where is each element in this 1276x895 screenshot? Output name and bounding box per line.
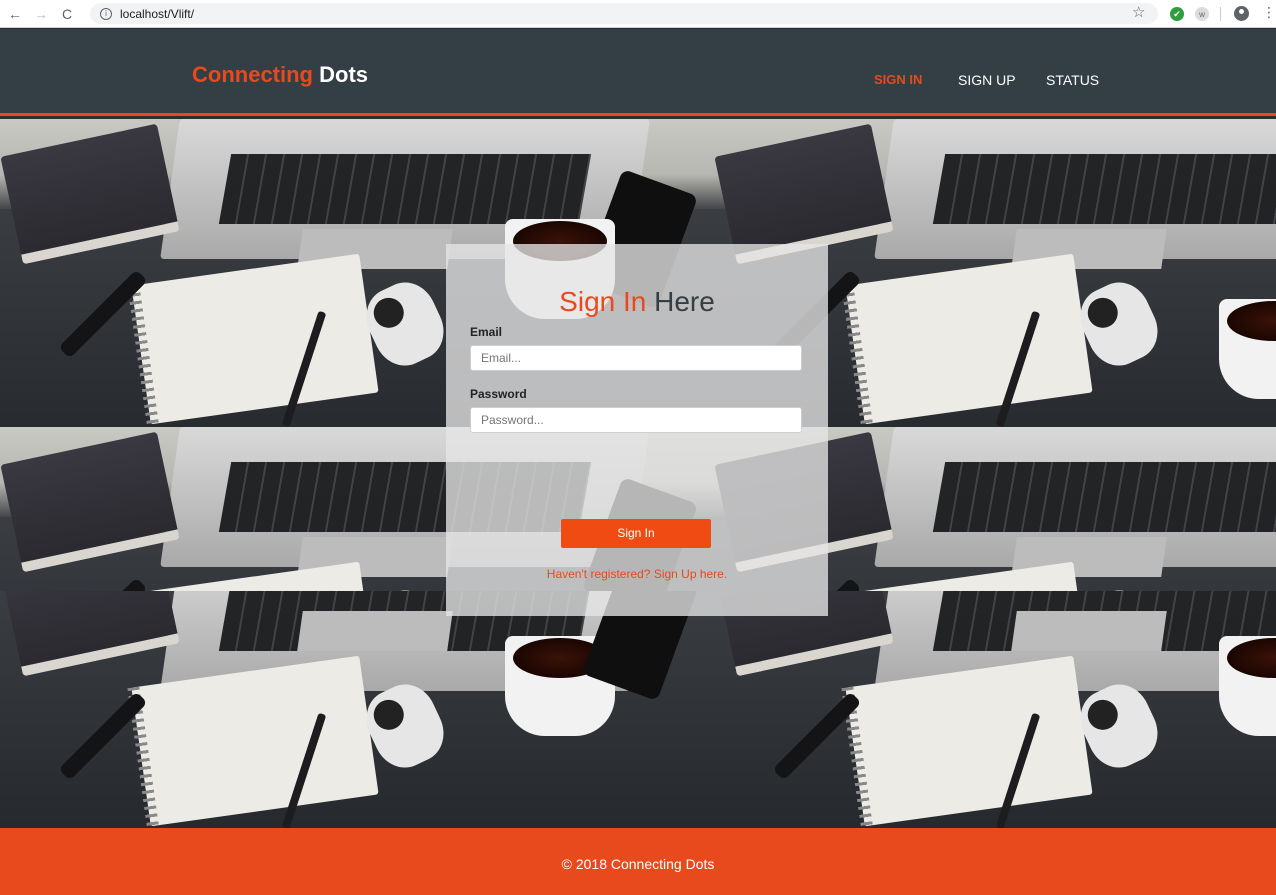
signin-title: Sign In Here (446, 286, 828, 318)
forward-icon[interactable]: → (30, 3, 52, 25)
site-logo[interactable]: Connecting Dots (192, 62, 368, 88)
logo-part-connecting: Connecting (192, 62, 313, 87)
browser-menu-icon[interactable]: ⋮ (1262, 4, 1276, 21)
bookmark-star-icon[interactable]: ☆ (1132, 3, 1145, 21)
background-tile (714, 591, 1276, 828)
nav-signin-link[interactable]: SIGN IN (874, 72, 922, 87)
info-icon[interactable]: i (100, 7, 112, 20)
extension-w-icon[interactable]: w (1195, 7, 1209, 21)
signin-title-accent: Sign In (559, 286, 647, 317)
footer-copyright: © 2018 Connecting Dots (561, 856, 715, 872)
password-field[interactable] (470, 407, 802, 433)
toolbar-divider (1220, 7, 1221, 21)
email-label: Email (470, 325, 503, 339)
address-bar[interactable]: i localhost/Vlift/ (90, 3, 1158, 24)
background-tile (0, 591, 714, 828)
browser-toolbar: ← → C i localhost/Vlift/ ☆ ✔ w ⋮ (0, 0, 1276, 28)
nav-status-link[interactable]: STATUS (1046, 72, 1099, 88)
back-icon[interactable]: ← (4, 3, 26, 25)
site-footer: © 2018 Connecting Dots (0, 828, 1276, 895)
url-text: localhost/Vlift/ (120, 6, 195, 21)
password-label: Password (470, 387, 527, 401)
signin-card: Sign In Here Email Password Sign In Have… (446, 244, 828, 616)
profile-avatar-icon[interactable] (1234, 6, 1249, 21)
signup-link[interactable]: Haven't registered? Sign Up here. (446, 567, 828, 581)
site-header: Connecting Dots SIGN IN SIGN UP STATUS (0, 29, 1276, 116)
logo-part-dots: Dots (319, 62, 369, 87)
nav-signup-link[interactable]: SIGN UP (958, 72, 1016, 88)
signin-title-rest: Here (654, 286, 715, 317)
reload-icon[interactable]: C (56, 3, 78, 25)
extension-check-icon[interactable]: ✔ (1170, 7, 1184, 21)
signin-button[interactable]: Sign In (561, 519, 711, 548)
email-field[interactable] (470, 345, 802, 371)
